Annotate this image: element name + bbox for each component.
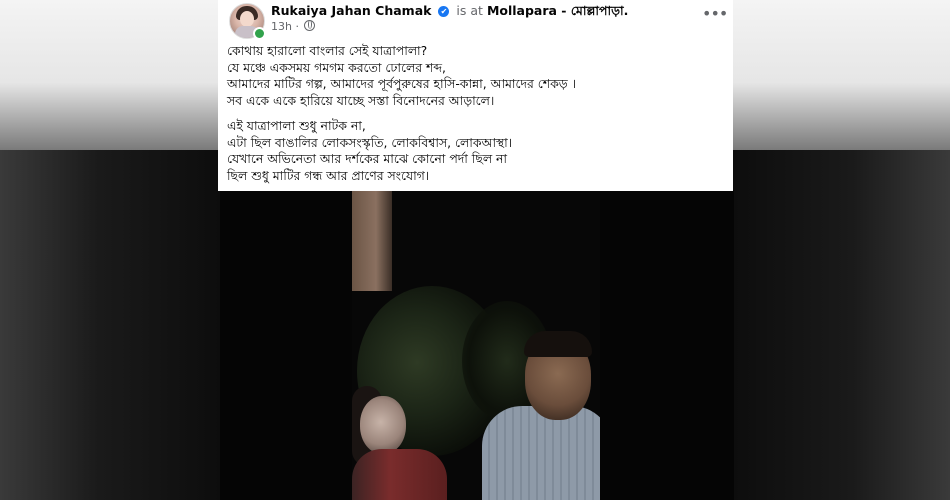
post-paragraph: এই যাত্রাপালা শুধু নাটক না, এটা ছিল বাঙা… — [227, 118, 727, 184]
video-man-shirt — [482, 406, 600, 500]
more-options-button[interactable]: ••• — [702, 6, 728, 26]
place-link[interactable]: Mollapara - মোল্লাপাড়া. — [487, 3, 628, 18]
post-line: এটা ছিল বাঙালির লোকসংস্কৃতি, লোকবিশ্বাস,… — [227, 134, 513, 150]
post-timestamp[interactable]: 13h · — [271, 20, 299, 33]
post-meta: 13h · — [271, 20, 316, 33]
post-line: সব একে একে হারিয়ে যাচ্ছে সস্তা বিনোদনের… — [227, 92, 495, 108]
video-woman-body — [352, 449, 447, 500]
post-card: Rukaiya Jahan Chamak ✔ is at Mollapara -… — [218, 0, 733, 191]
post-line: যে মঞ্চে একসময় গমগম করতো ঢোলের শব্দ, — [227, 59, 446, 75]
backdrop-left — [0, 150, 220, 500]
post-line: যেখানে অভিনেতা আর দর্শকের মাঝে কোনো পর্দ… — [227, 151, 507, 166]
post-line: কোথায় হারালো বাংলার সেই যাত্রাপালা? — [227, 43, 428, 58]
post-header: Rukaiya Jahan Chamak ✔ is at Mollapara -… — [271, 3, 628, 23]
author-name[interactable]: Rukaiya Jahan Chamak — [271, 3, 431, 18]
post-video[interactable] — [352, 191, 600, 500]
is-at-text: is at — [456, 3, 483, 18]
post-line: আমাদের মাটির গল্প, আমাদের পূর্বপুরুষের হ… — [227, 76, 577, 91]
globe-icon — [304, 20, 316, 31]
avatar-face — [240, 11, 254, 27]
video-woman-face — [360, 396, 406, 454]
backdrop-right — [734, 150, 950, 500]
verified-badge-icon: ✔ — [438, 6, 450, 17]
post-line: এই যাত্রাপালা শুধু নাটক না, — [227, 118, 366, 133]
online-status-dot — [253, 27, 266, 40]
video-curtain — [352, 191, 392, 291]
post-text: কোথায় হারালো বাংলার সেই যাত্রাপালা? যে … — [227, 43, 727, 184]
post-line: ছিল শুধু মাটির গন্ধ আর প্রাণের সংযোগ। — [227, 167, 430, 183]
video-man-hair — [524, 331, 592, 357]
post-paragraph: কোথায় হারালো বাংলার সেই যাত্রাপালা? যে … — [227, 43, 727, 109]
